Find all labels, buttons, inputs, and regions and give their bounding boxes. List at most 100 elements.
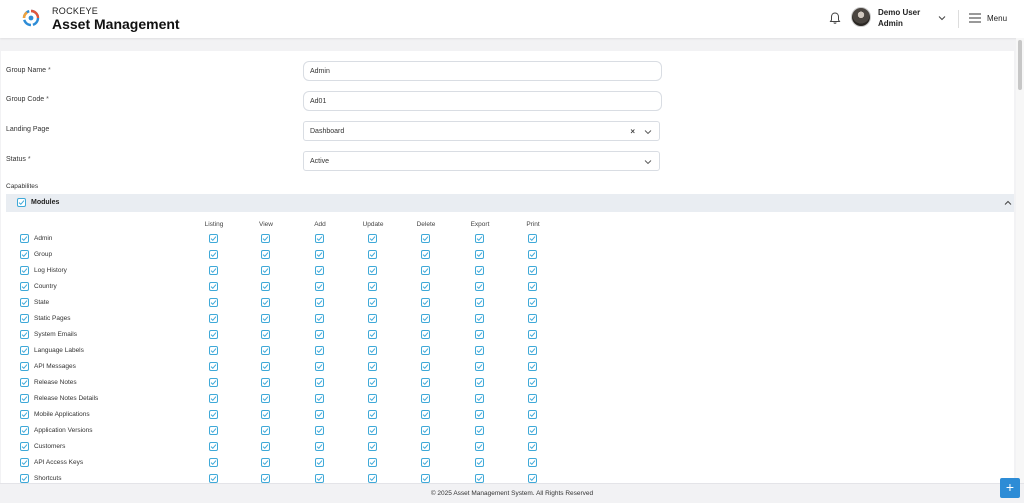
permission-checkbox-add[interactable] — [315, 314, 324, 323]
permission-checkbox-print[interactable] — [528, 330, 537, 339]
permission-checkbox-update[interactable] — [368, 362, 377, 371]
permission-checkbox-delete[interactable] — [421, 458, 430, 467]
permission-checkbox-delete[interactable] — [421, 330, 430, 339]
permission-checkbox-add[interactable] — [315, 282, 324, 291]
module-checkbox[interactable] — [20, 330, 29, 339]
permission-checkbox-listing[interactable] — [209, 234, 218, 243]
menu-button[interactable]: Menu — [987, 14, 1007, 23]
permission-checkbox-add[interactable] — [315, 330, 324, 339]
module-checkbox[interactable] — [20, 314, 29, 323]
modules-header[interactable]: Modules — [6, 194, 1014, 212]
modules-checkbox[interactable] — [17, 198, 26, 207]
permission-checkbox-delete[interactable] — [421, 266, 430, 275]
permission-checkbox-update[interactable] — [368, 282, 377, 291]
permission-checkbox-listing[interactable] — [209, 394, 218, 403]
permission-checkbox-delete[interactable] — [421, 346, 430, 355]
permission-checkbox-export[interactable] — [475, 362, 484, 371]
permission-checkbox-print[interactable] — [528, 346, 537, 355]
permission-checkbox-add[interactable] — [315, 250, 324, 259]
permission-checkbox-export[interactable] — [475, 442, 484, 451]
permission-checkbox-delete[interactable] — [421, 282, 430, 291]
permission-checkbox-update[interactable] — [368, 234, 377, 243]
permission-checkbox-update[interactable] — [368, 346, 377, 355]
permission-checkbox-view[interactable] — [261, 426, 270, 435]
module-checkbox[interactable] — [20, 234, 29, 243]
permission-checkbox-view[interactable] — [261, 474, 270, 483]
module-checkbox[interactable] — [20, 282, 29, 291]
permission-checkbox-add[interactable] — [315, 442, 324, 451]
permission-checkbox-listing[interactable] — [209, 298, 218, 307]
permission-checkbox-export[interactable] — [475, 426, 484, 435]
permission-checkbox-listing[interactable] — [209, 410, 218, 419]
permission-checkbox-view[interactable] — [261, 458, 270, 467]
permission-checkbox-print[interactable] — [528, 410, 537, 419]
permission-checkbox-view[interactable] — [261, 330, 270, 339]
permission-checkbox-listing[interactable] — [209, 442, 218, 451]
permission-checkbox-add[interactable] — [315, 234, 324, 243]
chevron-down-icon[interactable] — [643, 127, 653, 137]
permission-checkbox-delete[interactable] — [421, 314, 430, 323]
permission-checkbox-export[interactable] — [475, 458, 484, 467]
permission-checkbox-add[interactable] — [315, 458, 324, 467]
permission-checkbox-add[interactable] — [315, 378, 324, 387]
scrollbar-track[interactable] — [1016, 38, 1024, 483]
user-name[interactable]: Demo User — [878, 8, 920, 17]
add-button[interactable]: + — [1000, 478, 1020, 498]
permission-checkbox-listing[interactable] — [209, 426, 218, 435]
permission-checkbox-update[interactable] — [368, 250, 377, 259]
user-role[interactable]: Admin — [878, 19, 903, 28]
permission-checkbox-view[interactable] — [261, 442, 270, 451]
permission-checkbox-listing[interactable] — [209, 474, 218, 483]
clear-icon[interactable]: × — [630, 127, 635, 136]
permission-checkbox-update[interactable] — [368, 298, 377, 307]
permission-checkbox-view[interactable] — [261, 250, 270, 259]
module-checkbox[interactable] — [20, 378, 29, 387]
permission-checkbox-view[interactable] — [261, 282, 270, 291]
permission-checkbox-listing[interactable] — [209, 362, 218, 371]
permission-checkbox-view[interactable] — [261, 298, 270, 307]
permission-checkbox-export[interactable] — [475, 378, 484, 387]
permission-checkbox-update[interactable] — [368, 442, 377, 451]
group-name-input[interactable]: Admin — [303, 61, 662, 81]
permission-checkbox-print[interactable] — [528, 282, 537, 291]
permission-checkbox-print[interactable] — [528, 314, 537, 323]
permission-checkbox-delete[interactable] — [421, 442, 430, 451]
permission-checkbox-view[interactable] — [261, 394, 270, 403]
module-checkbox[interactable] — [20, 346, 29, 355]
module-checkbox[interactable] — [20, 266, 29, 275]
permission-checkbox-export[interactable] — [475, 474, 484, 483]
module-checkbox[interactable] — [20, 458, 29, 467]
permission-checkbox-listing[interactable] — [209, 282, 218, 291]
permission-checkbox-print[interactable] — [528, 298, 537, 307]
module-checkbox[interactable] — [20, 394, 29, 403]
permission-checkbox-export[interactable] — [475, 234, 484, 243]
permission-checkbox-listing[interactable] — [209, 314, 218, 323]
permission-checkbox-export[interactable] — [475, 394, 484, 403]
scrollbar-thumb[interactable] — [1018, 40, 1022, 90]
permission-checkbox-listing[interactable] — [209, 378, 218, 387]
permission-checkbox-delete[interactable] — [421, 298, 430, 307]
permission-checkbox-print[interactable] — [528, 266, 537, 275]
chevron-down-icon[interactable] — [643, 157, 653, 167]
permission-checkbox-delete[interactable] — [421, 234, 430, 243]
permission-checkbox-add[interactable] — [315, 474, 324, 483]
permission-checkbox-print[interactable] — [528, 378, 537, 387]
permission-checkbox-add[interactable] — [315, 346, 324, 355]
module-checkbox[interactable] — [20, 442, 29, 451]
permission-checkbox-update[interactable] — [368, 474, 377, 483]
permission-checkbox-update[interactable] — [368, 458, 377, 467]
permission-checkbox-delete[interactable] — [421, 410, 430, 419]
permission-checkbox-export[interactable] — [475, 410, 484, 419]
permission-checkbox-add[interactable] — [315, 394, 324, 403]
permission-checkbox-view[interactable] — [261, 362, 270, 371]
module-checkbox[interactable] — [20, 426, 29, 435]
module-checkbox[interactable] — [20, 410, 29, 419]
permission-checkbox-listing[interactable] — [209, 266, 218, 275]
permission-checkbox-print[interactable] — [528, 394, 537, 403]
avatar[interactable] — [851, 7, 871, 27]
permission-checkbox-print[interactable] — [528, 474, 537, 483]
permission-checkbox-print[interactable] — [528, 234, 537, 243]
permission-checkbox-print[interactable] — [528, 442, 537, 451]
permission-checkbox-print[interactable] — [528, 426, 537, 435]
landing-page-select[interactable]: Dashboard × — [303, 121, 660, 141]
